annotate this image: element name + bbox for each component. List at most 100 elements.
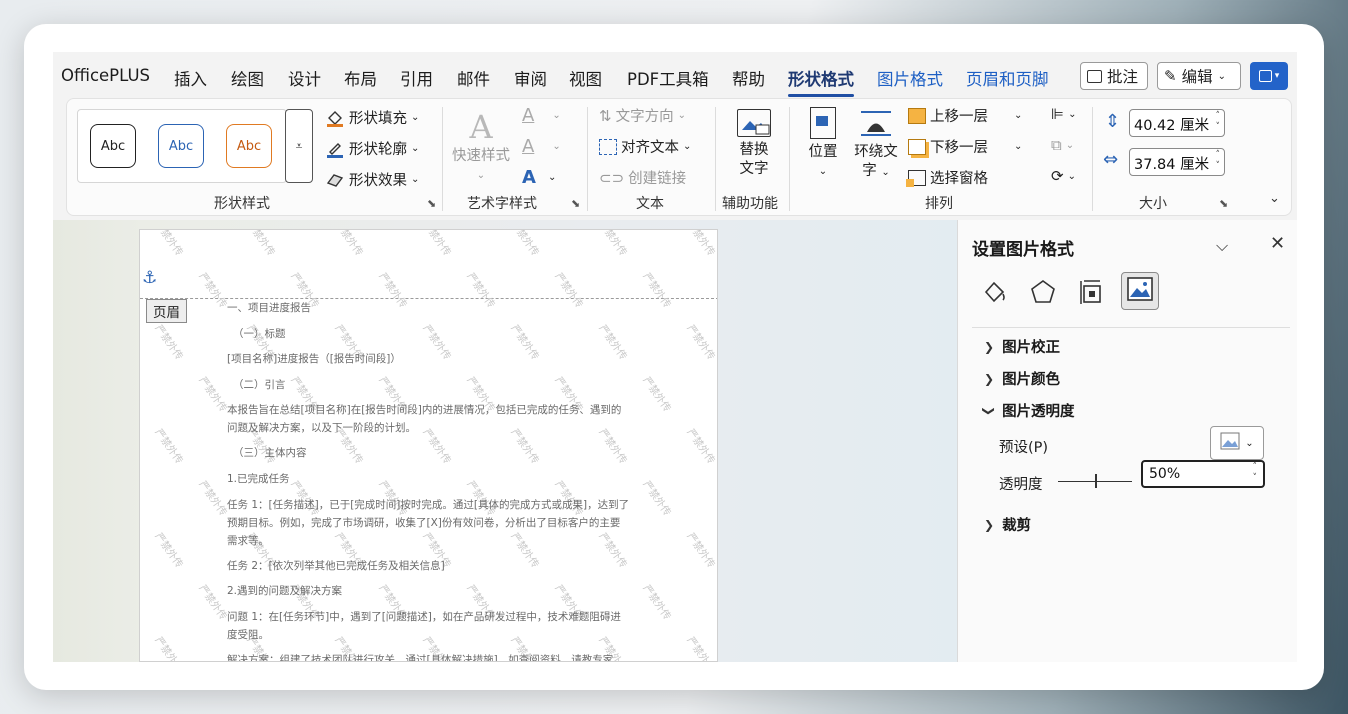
paint-bucket-icon <box>325 108 345 128</box>
watermark-text: 严禁外传 <box>152 531 185 571</box>
transparency-slider[interactable] <box>1058 474 1132 488</box>
shape-style-orange[interactable]: Abc <box>226 124 272 168</box>
shape-effects-label: 形状效果 <box>349 173 407 189</box>
document-line: [项目名称]进度报告（[报告时间段]） <box>227 353 401 365</box>
create-link-button[interactable]: ⊂⊃ 创建链接 <box>599 167 686 188</box>
styles-more-button[interactable]: ⩡ <box>285 109 313 183</box>
watermark-text: 严禁外传 <box>244 229 277 259</box>
watermark-text: 严禁外传 <box>464 271 497 311</box>
tab-references[interactable]: 引用 <box>400 66 433 90</box>
text-fill-button[interactable]: A ⌄ <box>522 105 561 126</box>
watermark-text: 严禁外传 <box>552 271 585 311</box>
dialog-launcher-icon[interactable]: ⬊ <box>1219 197 1228 210</box>
group-button[interactable]: ⧉ ⌄ <box>1051 136 1074 154</box>
tab-picture-format[interactable]: 图片格式 <box>877 66 943 90</box>
quick-styles-button[interactable]: A 快速样式 ⌄ <box>451 107 511 185</box>
selection-pane-icon <box>906 169 926 187</box>
share-button[interactable]: ▾ <box>1250 62 1288 90</box>
shape-style-dark[interactable]: Abc <box>90 124 136 168</box>
bring-forward-button[interactable]: 上移一层 ⌄ <box>908 105 1022 126</box>
shape-height-input[interactable]: 40.42 厘米 ˄ ˅ <box>1129 109 1225 137</box>
comment-button[interactable]: 批注 <box>1080 62 1148 90</box>
send-backward-button[interactable]: 下移一层 ⌄ <box>908 136 1022 157</box>
spinner-arrows-icon[interactable]: ˄ ˅ <box>1253 462 1258 484</box>
position-button[interactable]: 位置 ⌄ <box>800 107 846 181</box>
shape-width-input[interactable]: 37.84 厘米 ˄ ˅ <box>1129 148 1225 176</box>
watermark-text: 严禁外传 <box>376 271 409 311</box>
wrap-text-icon <box>859 107 893 139</box>
alt-text-button[interactable]: 替换 文字 <box>724 109 784 179</box>
edit-mode-button[interactable]: ✎ 编辑 ⌄ <box>1157 62 1241 90</box>
header-divider <box>140 298 717 299</box>
document-line: 问题 1：在[任务环节]中，遇到了[问题描述]，如在产品研发过程中，技术难题阻碍… <box>227 611 621 623</box>
shape-style-blue[interactable]: Abc <box>158 124 204 168</box>
shape-fill-button[interactable]: 形状填充 ⌄ <box>325 107 419 128</box>
anchor-icon[interactable]: ⚓ <box>142 268 157 288</box>
wrap-text-button[interactable]: 环绕文 字 ⌄ <box>850 107 902 182</box>
layout-properties-icon[interactable] <box>1078 278 1106 310</box>
effects-pentagon-icon[interactable] <box>1029 278 1057 310</box>
shape-effects-button[interactable]: 形状效果 ⌄ <box>325 169 419 190</box>
align-button[interactable]: ⊫ ⌄ <box>1051 105 1076 123</box>
comment-icon <box>1087 69 1102 83</box>
align-text-button[interactable]: 对齐文本 ⌄ <box>599 136 691 157</box>
chevron-down-icon: ▾ <box>1274 71 1280 81</box>
tab-review[interactable]: 审阅 <box>514 66 547 90</box>
transparency-input[interactable]: 50% ˄ ˅ <box>1141 460 1265 488</box>
document-page[interactable]: ⚓ 页眉 严禁外传 严禁外传 严禁外传 严禁外传 严禁外传 严禁外传 严禁外传 严禁外传 严禁外… <box>139 229 718 662</box>
watermark-text: 严禁外传 <box>640 479 673 519</box>
tab-help[interactable]: 帮助 <box>732 66 765 90</box>
group-label-accessibility: 辅助功能 <box>722 196 778 212</box>
text-effects-button[interactable]: A ⌄ <box>522 167 556 188</box>
text-fill-icon: A <box>522 105 535 126</box>
section-picture-color[interactable]: ❯ 图片颜色 <box>984 368 1060 389</box>
rotate-icon: ⟳ <box>1051 167 1064 185</box>
word-window: OfficePLUS 插入 绘图 设计 布局 引用 邮件 审阅 视图 PDF工具… <box>53 52 1297 662</box>
tab-officeplus[interactable]: OfficePLUS <box>61 66 150 85</box>
chevron-down-icon: ⌄ <box>1217 70 1226 82</box>
dialog-launcher-icon[interactable]: ⬊ <box>427 197 436 210</box>
watermark-text: 严禁外传 <box>152 635 185 662</box>
tab-draw[interactable]: 绘图 <box>231 66 264 90</box>
spinner-arrows-icon[interactable]: ˄ ˅ <box>1216 150 1221 172</box>
selection-pane-label: 选择窗格 <box>930 171 988 187</box>
preset-dropdown[interactable]: ⌄ <box>1210 426 1264 460</box>
text-outline-button[interactable]: A ⌄ <box>522 136 561 157</box>
tab-pdf-toolbox[interactable]: PDF工具箱 <box>627 66 709 90</box>
wrap-text-line1: 环绕文 <box>854 144 898 160</box>
watermark-text: 严禁外传 <box>508 323 541 363</box>
section-picture-correction[interactable]: ❯ 图片校正 <box>984 336 1060 357</box>
bring-forward-label: 上移一层 <box>930 109 988 125</box>
document-line: 需求等。 <box>227 535 269 547</box>
slider-thumb[interactable] <box>1095 474 1097 488</box>
text-direction-button[interactable]: ⇅ 文字方向 ⌄ <box>599 105 686 126</box>
position-label: 位置 <box>808 144 838 160</box>
close-icon[interactable]: ✕ <box>1270 233 1285 254</box>
picture-tab[interactable] <box>1121 272 1159 310</box>
pane-divider <box>972 327 1290 328</box>
section-picture-transparency[interactable]: ❯ 图片透明度 <box>982 400 1075 421</box>
tab-insert[interactable]: 插入 <box>174 66 207 90</box>
rotate-button[interactable]: ⟳ ⌄ <box>1051 167 1076 185</box>
shape-width-icon: ⇔ <box>1103 149 1119 170</box>
collapse-ribbon-icon[interactable]: ⌄ <box>1269 191 1280 206</box>
text-outline-icon: A <box>522 136 535 157</box>
spinner-arrows-icon[interactable]: ˄ ˅ <box>1216 111 1221 133</box>
section-crop[interactable]: ❯ 裁剪 <box>984 514 1031 535</box>
transparency-preset-icon <box>1220 432 1240 454</box>
fill-line-icon[interactable] <box>980 278 1008 310</box>
shape-outline-button[interactable]: 形状轮廓 ⌄ <box>325 138 419 159</box>
shape-outline-label: 形状轮廓 <box>349 142 407 158</box>
shape-styles-gallery: Abc Abc Abc <box>77 109 287 183</box>
tab-view[interactable]: 视图 <box>569 66 602 90</box>
tab-shape-format[interactable]: 形状格式 <box>788 66 854 97</box>
tab-layout[interactable]: 布局 <box>344 66 377 90</box>
dialog-launcher-icon[interactable]: ⬊ <box>571 197 580 210</box>
tab-header-footer[interactable]: 页眉和页脚 <box>966 66 1049 90</box>
tab-design[interactable]: 设计 <box>288 66 321 90</box>
tab-mailings[interactable]: 邮件 <box>457 66 490 90</box>
pencil-icon: ✎ <box>1164 67 1177 85</box>
pane-options-icon[interactable]: ⌵ <box>1216 236 1228 256</box>
text-direction-icon: ⇅ <box>599 106 612 125</box>
selection-pane-button[interactable]: 选择窗格 <box>906 167 988 188</box>
